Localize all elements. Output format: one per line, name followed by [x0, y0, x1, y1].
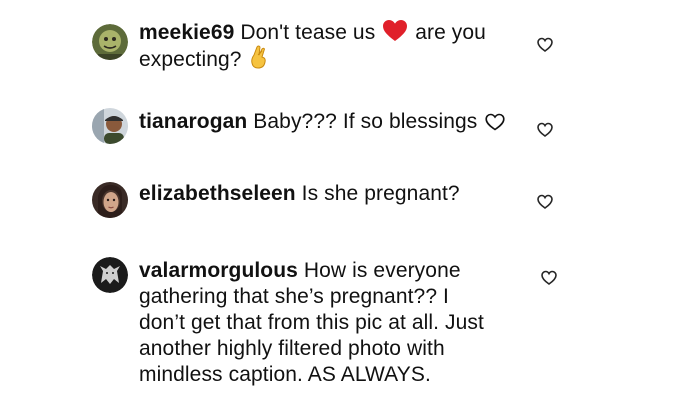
- red-heart-emoji: [383, 20, 408, 42]
- comment-username[interactable]: tianarogan: [139, 110, 247, 133]
- comment-body-line5: mindless caption. AS ALWAYS.: [139, 363, 431, 386]
- comment-text: tianarogan Baby??? If so blessings: [139, 109, 507, 134]
- heart-outline-icon[interactable]: [537, 122, 553, 138]
- comment-body: Baby??? If so blessings: [253, 110, 478, 133]
- comment-username[interactable]: elizabethseleen: [139, 182, 296, 205]
- woman-portrait-avatar-image: [92, 182, 128, 218]
- avatar[interactable]: [92, 182, 128, 218]
- heart-outline-icon[interactable]: [537, 194, 553, 210]
- heart-outline-icon[interactable]: [541, 270, 557, 286]
- avatar[interactable]: [92, 108, 128, 144]
- comment-body-continued: are you: [415, 21, 486, 44]
- comment-body: Don't tease us: [240, 21, 376, 44]
- comment-body-line2: expecting?: [139, 48, 242, 71]
- white-heart-emoji: [485, 113, 505, 131]
- avatar[interactable]: [92, 24, 128, 60]
- wolf-sigil-avatar-image: [92, 257, 128, 293]
- comment-text: meekie69 Don't tease us are you expectin…: [139, 20, 486, 72]
- heart-outline-icon[interactable]: [537, 37, 553, 53]
- green-face-avatar-image: [92, 24, 128, 60]
- comment-username[interactable]: meekie69: [139, 21, 234, 44]
- comment-text: valarmorgulous How is everyone gathering…: [139, 258, 484, 388]
- person-cap-avatar-image: [92, 108, 128, 144]
- comment-body: Is she pregnant?: [301, 182, 460, 205]
- comment-body-line1: How is everyone: [303, 259, 461, 282]
- avatar[interactable]: [92, 257, 128, 293]
- comment-body-line2: gathering that she’s pregnant?? I: [139, 285, 449, 308]
- comment-text: elizabethseleen Is she pregnant?: [139, 181, 460, 206]
- comment-username[interactable]: valarmorgulous: [139, 259, 298, 282]
- comment-body-line3: don’t get that from this pic at all. Jus…: [139, 311, 484, 334]
- crossed-fingers-emoji: [250, 45, 268, 69]
- comment-body-line4: another highly filtered photo with: [139, 337, 445, 360]
